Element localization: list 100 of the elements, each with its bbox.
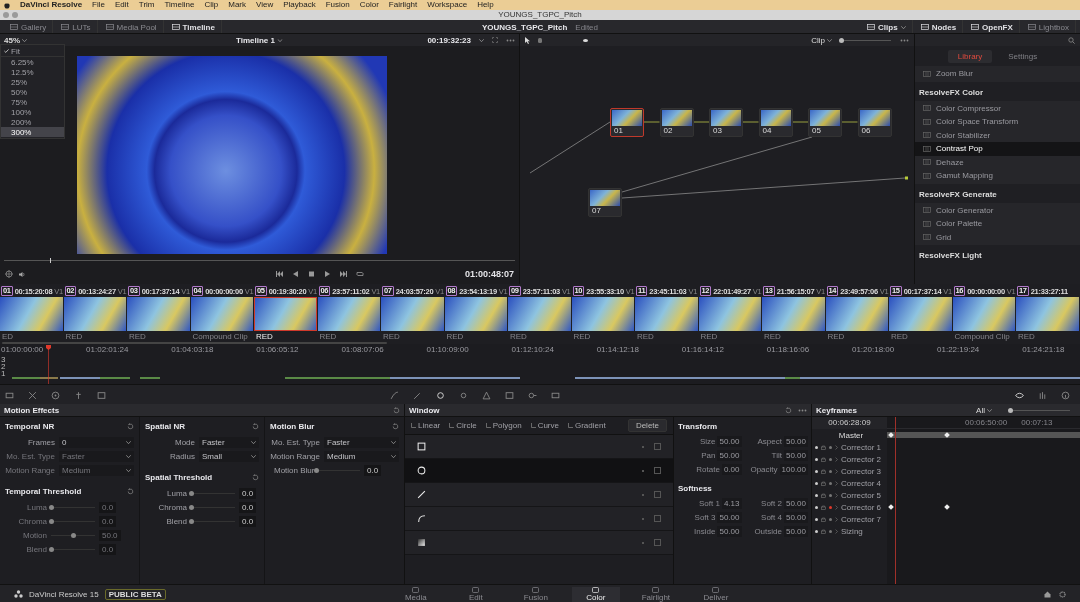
clip-thumbnail[interactable] bbox=[254, 297, 317, 331]
menu-item[interactable]: 100% bbox=[1, 107, 64, 117]
menu-item[interactable]: Color bbox=[359, 0, 379, 10]
apple-logo-icon[interactable] bbox=[4, 1, 10, 9]
play-icon[interactable] bbox=[324, 271, 332, 277]
clip-thumbnail[interactable] bbox=[63, 297, 126, 331]
menu-item[interactable]: Mark bbox=[228, 0, 246, 10]
clip-thumbnail[interactable] bbox=[889, 297, 952, 331]
node[interactable]: 04 bbox=[758, 108, 793, 137]
expand-icon[interactable] bbox=[492, 37, 498, 43]
clip-thumbnail[interactable] bbox=[190, 297, 253, 331]
node[interactable]: 05 bbox=[808, 108, 842, 137]
dropdown[interactable]: 0 bbox=[59, 436, 134, 448]
menu-item[interactable]: 300% bbox=[1, 127, 64, 137]
image-icon[interactable] bbox=[97, 390, 106, 400]
menu-item[interactable]: Edit bbox=[115, 0, 129, 10]
page-tab[interactable]: Deliver bbox=[691, 586, 740, 602]
dropdown[interactable]: Faster bbox=[199, 436, 259, 448]
effect-item[interactable]: Color Palette bbox=[915, 217, 1080, 231]
stop-icon[interactable] bbox=[308, 271, 316, 277]
window-tool-button[interactable]: Gradient bbox=[567, 421, 606, 430]
menu-item[interactable]: DaVinci Resolve bbox=[20, 0, 83, 10]
pointer-icon[interactable] bbox=[525, 36, 531, 44]
clip-thumbnail[interactable] bbox=[1016, 297, 1079, 331]
search-icon[interactable] bbox=[1068, 36, 1075, 44]
keyframe-dot[interactable] bbox=[829, 529, 832, 533]
lock-icon[interactable] bbox=[821, 504, 826, 510]
enable-dot[interactable] bbox=[815, 457, 818, 461]
enable-dot[interactable] bbox=[815, 481, 818, 485]
reset-icon[interactable] bbox=[127, 488, 134, 495]
clip-thumbnail[interactable] bbox=[571, 297, 634, 331]
tab[interactable]: Settings bbox=[998, 49, 1048, 63]
lock-icon[interactable] bbox=[821, 456, 826, 462]
value-field[interactable]: 50.00 bbox=[783, 526, 808, 537]
reset-icon[interactable] bbox=[393, 406, 400, 414]
menu-item[interactable]: Fairlight bbox=[388, 0, 418, 10]
menu-item[interactable]: 75% bbox=[1, 97, 64, 107]
checkbox[interactable] bbox=[654, 467, 661, 474]
curve-icon[interactable] bbox=[390, 390, 399, 400]
clip-thumbnail[interactable] bbox=[825, 297, 888, 331]
node[interactable]: 02 bbox=[659, 108, 694, 137]
value-field[interactable]: 0.0 bbox=[364, 464, 382, 476]
menu-item[interactable]: Timeline bbox=[164, 0, 195, 10]
clip-thumbnail[interactable] bbox=[317, 297, 380, 331]
eyedropper-icon[interactable] bbox=[413, 390, 422, 400]
window-tool-button[interactable]: Linear bbox=[411, 421, 441, 430]
keyframe-marker[interactable] bbox=[888, 432, 894, 438]
keyframe-marker[interactable] bbox=[888, 504, 894, 510]
slider-thumb[interactable] bbox=[189, 490, 194, 496]
more-icon[interactable] bbox=[900, 38, 909, 42]
skip-back-icon[interactable] bbox=[276, 271, 284, 277]
playhead[interactable] bbox=[46, 345, 51, 384]
crosshair-icon[interactable] bbox=[28, 390, 37, 400]
menu-item[interactable]: Fusion bbox=[325, 0, 350, 10]
value-field[interactable]: 50.00 bbox=[717, 526, 742, 537]
bars-icon[interactable] bbox=[1038, 390, 1047, 400]
enable-dot[interactable] bbox=[815, 505, 818, 509]
clip-thumbnail[interactable] bbox=[127, 297, 190, 331]
enable-dot[interactable] bbox=[815, 529, 818, 533]
keyframe-dot[interactable] bbox=[829, 505, 832, 509]
menu-item[interactable]: Fit bbox=[1, 46, 64, 57]
lock-icon[interactable] bbox=[821, 516, 826, 522]
page-tab[interactable]: Edit bbox=[451, 586, 500, 602]
reset-icon[interactable] bbox=[392, 423, 399, 430]
menu-item[interactable]: Workspace bbox=[427, 0, 468, 10]
dropdown[interactable]: Small bbox=[199, 450, 259, 462]
effect-item[interactable]: Contrast Pop bbox=[915, 142, 1080, 156]
slider-thumb[interactable] bbox=[189, 518, 194, 524]
enable-dot[interactable] bbox=[815, 493, 818, 497]
value-field[interactable]: 0.00 bbox=[721, 464, 742, 475]
value-field[interactable]: 0.0 bbox=[239, 487, 257, 499]
value-field[interactable]: 0.0 bbox=[239, 501, 257, 513]
speaker-icon[interactable] bbox=[19, 270, 26, 278]
crosshair-icon[interactable] bbox=[5, 270, 13, 278]
checkbox[interactable] bbox=[654, 539, 661, 546]
value-field[interactable]: 50.00 bbox=[783, 512, 808, 523]
value-field[interactable]: 50.00 bbox=[783, 498, 808, 509]
triangle-icon[interactable] bbox=[482, 390, 491, 400]
menu-item[interactable]: 6.25% bbox=[1, 57, 64, 67]
menu-item[interactable]: 25% bbox=[1, 77, 64, 87]
value-field[interactable]: 50.00 bbox=[783, 436, 808, 447]
step-back-icon[interactable] bbox=[292, 271, 300, 277]
page-tab[interactable]: Fairlight bbox=[631, 586, 680, 602]
effect-item[interactable]: Gamut Mapping bbox=[915, 169, 1080, 183]
value-field[interactable]: 100.00 bbox=[779, 464, 808, 475]
checkbox[interactable] bbox=[654, 491, 661, 498]
node[interactable]: 03 bbox=[709, 108, 743, 137]
page-tab[interactable]: Media bbox=[391, 586, 440, 602]
settings-icon[interactable] bbox=[1059, 590, 1066, 598]
lock-icon[interactable] bbox=[821, 444, 826, 450]
clip-thumbnail[interactable] bbox=[952, 297, 1015, 331]
zoom-dropdown[interactable]: 45% bbox=[4, 35, 27, 45]
loop-icon[interactable] bbox=[356, 271, 365, 277]
skip-forward-icon[interactable] bbox=[340, 271, 348, 277]
keyframe-dot[interactable] bbox=[829, 481, 832, 485]
lock-icon[interactable] bbox=[821, 528, 826, 534]
menu-item[interactable]: 50% bbox=[1, 87, 64, 97]
window-tool-button[interactable]: Circle bbox=[449, 421, 477, 430]
value-field[interactable]: 50.00 bbox=[783, 450, 808, 461]
clip-thumbnail[interactable] bbox=[635, 297, 698, 331]
